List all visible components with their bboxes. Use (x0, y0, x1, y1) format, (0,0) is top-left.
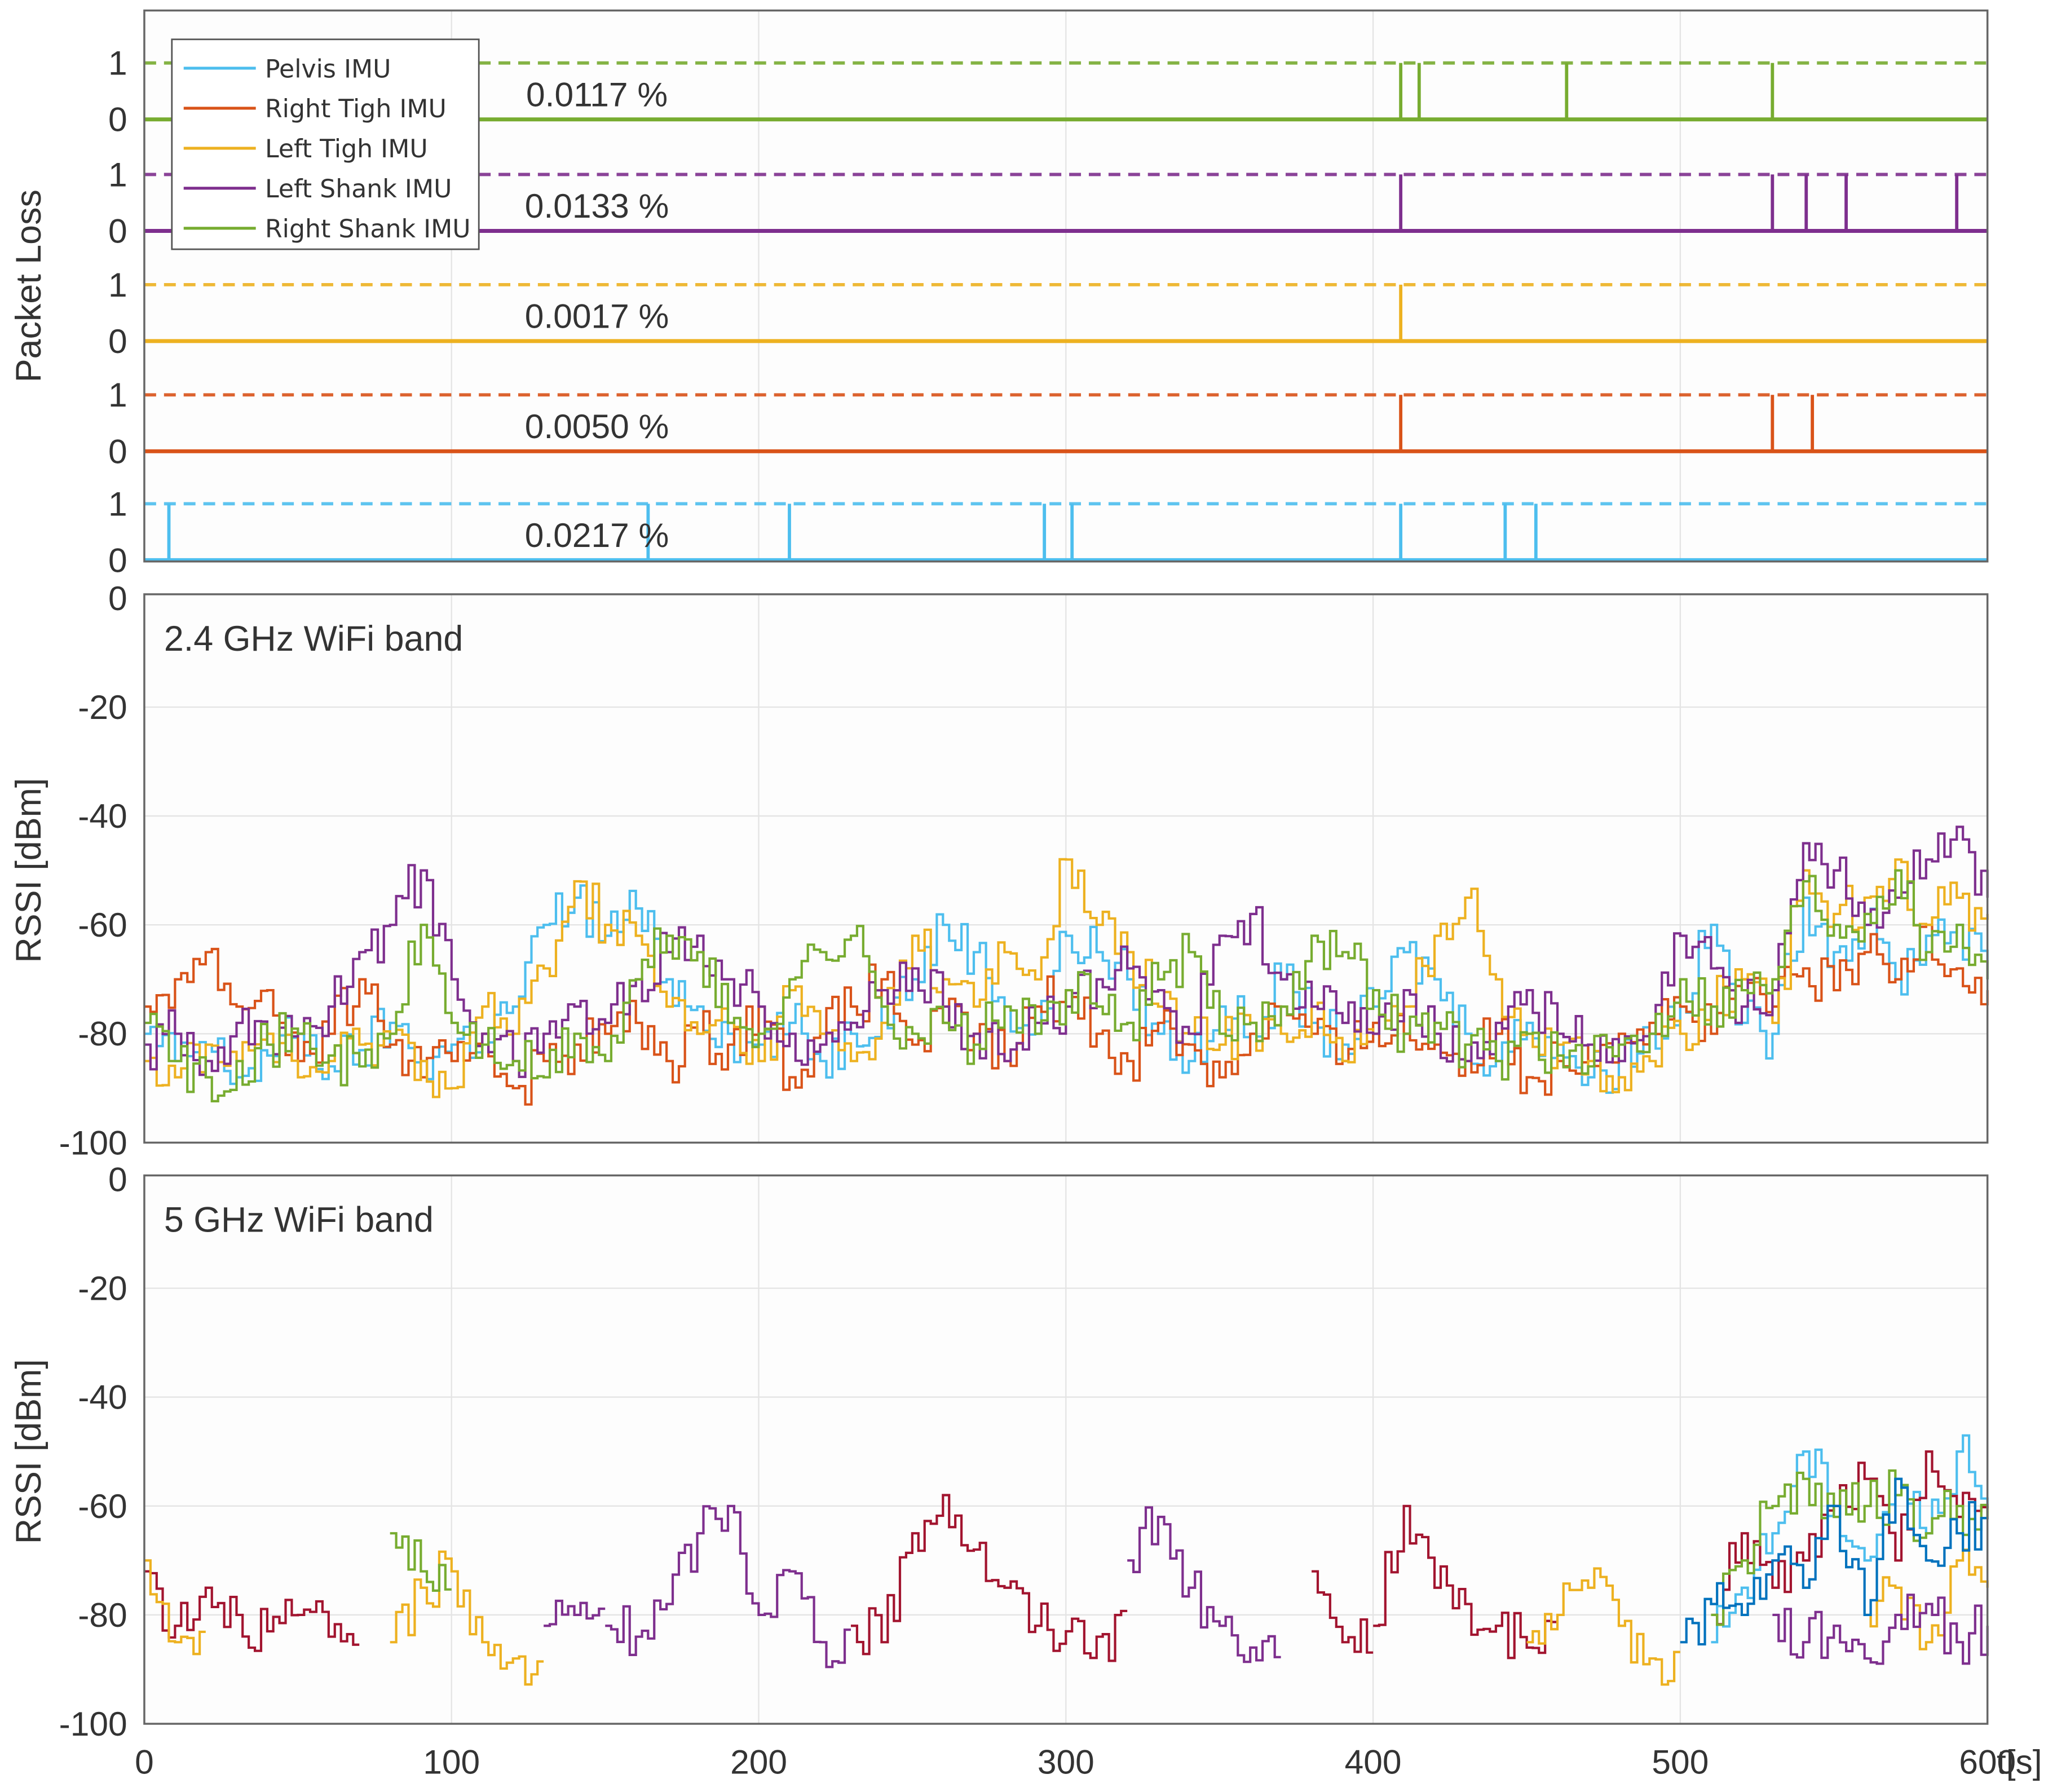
y-tick-label: 1 (108, 484, 127, 523)
x-tick-label: 200 (730, 1742, 787, 1781)
x-tick-label: 500 (1652, 1742, 1709, 1781)
y-tick-label: -60 (78, 906, 127, 944)
loss-percent-label: 0.0050 % (525, 407, 669, 445)
loss-percent-label: 0.0117 % (526, 75, 668, 113)
loss-percent-label: 0.0217 % (525, 516, 669, 554)
x-tick-label: 100 (423, 1742, 480, 1781)
y-tick-label: 0 (108, 1160, 127, 1198)
y-tick-label: 0 (108, 541, 127, 579)
y-tick-label: -100 (59, 1123, 127, 1162)
figure: 0.0217 % 0 1 0.0050 % 0 1 0.0017 % 0 1 0.0133 % 0 1… (9, 9, 2042, 1781)
legend-label: Right Shank IMU (265, 215, 471, 244)
y-tick-label: 1 (108, 44, 127, 82)
y-tick-label: -100 (59, 1705, 127, 1743)
y-axis-label: RSSI [dBm] (9, 1359, 48, 1544)
x-axis-label: t[s] (1997, 1742, 2042, 1781)
rssi-24ghz-panel: 0 -20 -40 -60 -80 -100 2.4 GHz WiFi band RSSI [… (9, 579, 1989, 1162)
legend-label: Pelvis IMU (265, 55, 391, 83)
y-tick-label: -60 (78, 1487, 127, 1525)
y-tick-label: 0 (108, 579, 127, 617)
legend-label: Right Tigh IMU (265, 95, 447, 123)
y-tick-label: 1 (108, 376, 127, 414)
x-tick-label: 300 (1038, 1742, 1094, 1781)
y-tick-label: -40 (78, 1378, 127, 1416)
legend-label: Left Shank IMU (265, 175, 452, 204)
y-tick-label: 0 (108, 432, 127, 470)
loss-percent-label: 0.0017 % (525, 297, 669, 336)
y-tick-label: -20 (78, 688, 127, 726)
rssi-5ghz-panel: 0 -20 -40 -60 -80 -100 5 GHz WiFi band RSSI [dB… (9, 1160, 2042, 1781)
y-tick-label: 0 (108, 100, 127, 139)
y-tick-label: 0 (108, 211, 127, 250)
x-tick-label: 400 (1345, 1742, 1402, 1781)
y-tick-label: 1 (108, 155, 127, 193)
y-tick-label: 0 (108, 322, 127, 360)
loss-percent-label: 0.0133 % (525, 187, 669, 225)
legend-label: Left Tigh IMU (265, 135, 428, 164)
panel-title: 5 GHz WiFi band (164, 1200, 434, 1240)
y-tick-label: -40 (78, 797, 127, 835)
y-tick-label: -80 (78, 1596, 127, 1634)
x-tick-label: 0 (135, 1742, 154, 1781)
y-tick-label: -80 (78, 1014, 127, 1053)
panel-title: 2.4 GHz WiFi band (164, 619, 463, 659)
y-tick-label: 1 (108, 266, 127, 304)
y-tick-label: -20 (78, 1269, 127, 1308)
y-axis-label: RSSI [dBm] (9, 778, 48, 963)
legend: Pelvis IMU Right Tigh IMU Left Tigh IMU Lef… (171, 38, 480, 250)
y-axis-label: Packet Loss (9, 189, 48, 382)
